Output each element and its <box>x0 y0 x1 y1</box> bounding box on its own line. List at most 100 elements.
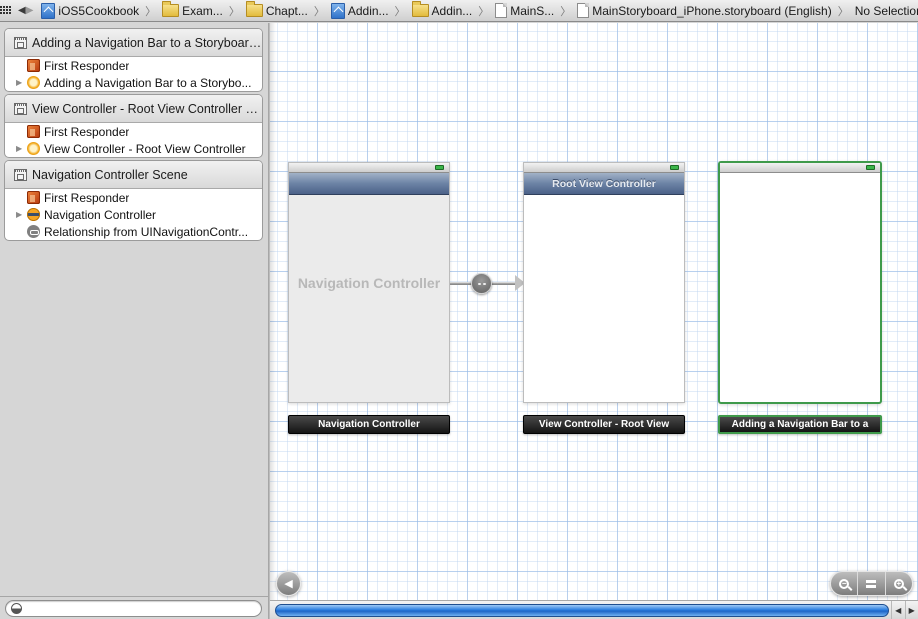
breadcrumb-label: MainS... <box>510 3 555 18</box>
scene-icon <box>14 36 27 49</box>
navigation-bar[interactable]: Root View Controller <box>524 173 684 195</box>
canvas-edge-shadow <box>270 23 276 600</box>
file-icon <box>495 3 508 18</box>
row-label: First Responder <box>44 124 130 139</box>
chevron-right-icon: 〉 <box>228 5 240 18</box>
relationship-segue-icon[interactable] <box>471 273 492 294</box>
forward-arrow-icon: ▶ <box>25 5 34 16</box>
chevron-right-icon: 〉 <box>560 5 572 18</box>
back-arrow-icon: ◀ <box>18 5 26 16</box>
first-responder-icon <box>27 191 40 204</box>
zoom-out-button[interactable]: − <box>831 572 857 595</box>
adding-navigation-bar-scene[interactable] <box>718 161 882 404</box>
folder-icon <box>411 1 429 17</box>
relationship-icon <box>27 225 40 238</box>
scroll-left-button[interactable]: ◀ <box>891 601 905 619</box>
back-arrow-icon: ◀ <box>284 578 293 590</box>
breadcrumb-folder[interactable]: Exam... <box>160 0 225 21</box>
scene-dock-label[interactable]: Adding a Navigation Bar to a <box>718 415 882 434</box>
outline-row[interactable]: First Responder <box>5 123 262 140</box>
scene-title: View Controller - Root View Controller S… <box>32 101 262 116</box>
scene-icon <box>14 102 27 115</box>
zoom-fit-icon <box>866 579 877 588</box>
navigation-bar-title: Root View Controller <box>552 177 656 190</box>
first-responder-icon <box>27 125 40 138</box>
scene-icon <box>14 168 27 181</box>
canvas-back-button[interactable]: ◀ <box>276 571 301 596</box>
file-icon <box>577 3 590 18</box>
outline-filter-bar <box>0 596 268 619</box>
breadcrumb-label: iOS5Cookbook <box>58 3 140 18</box>
back-button[interactable]: ◀ <box>18 0 26 21</box>
outline-row[interactable]: Relationship from UINavigationContr... <box>5 223 262 240</box>
root-view-controller-scene[interactable]: Root View Controller <box>523 162 685 403</box>
scene-header[interactable]: Adding a Navigation Bar to a Storyboard.… <box>5 29 262 57</box>
zoom-to-fit-button[interactable] <box>857 572 884 595</box>
disclosure-triangle-icon[interactable]: ▶ <box>5 210 22 219</box>
disclosure-triangle-icon[interactable]: ▶ <box>5 144 22 153</box>
row-label: Navigation Controller <box>44 207 157 222</box>
storyboard-canvas[interactable]: Navigation Controller Navigation Control… <box>270 23 918 600</box>
navigation-controller-scene[interactable]: Navigation Controller <box>288 162 450 403</box>
scene-header[interactable]: View Controller - Root View Controller S… <box>5 95 262 123</box>
breadcrumb-label: No Selection <box>854 3 918 18</box>
zoom-in-button[interactable]: + <box>884 572 912 595</box>
breadcrumb-label: Addin... <box>431 3 473 18</box>
scene-dock-label[interactable]: Navigation Controller <box>288 415 450 434</box>
breadcrumb-folder[interactable]: Addin... <box>410 0 475 21</box>
status-bar <box>289 163 449 173</box>
battery-icon <box>670 165 679 170</box>
outline-row[interactable]: First Responder <box>5 57 262 74</box>
chevron-right-icon: 〉 <box>837 5 849 18</box>
zoom-in-icon: + <box>893 578 904 589</box>
breadcrumb-file[interactable]: MainS... <box>493 0 556 21</box>
status-bar <box>720 163 880 173</box>
outline-row[interactable]: ▶ Navigation Controller <box>5 206 262 223</box>
scene-title: Adding a Navigation Bar to a Storyboard.… <box>32 35 262 50</box>
row-label: Adding a Navigation Bar to a Storybo... <box>44 75 252 90</box>
jump-bar: ◀ ▶ iOS5Cookbook 〉 Exam... 〉 Chapt... 〉 … <box>0 0 918 22</box>
navigation-bar[interactable] <box>289 173 449 195</box>
chevron-right-icon: 〉 <box>313 5 325 18</box>
project-icon <box>41 2 56 19</box>
breadcrumb-file[interactable]: MainStoryboard_iPhone.storyboard (Englis… <box>575 0 833 21</box>
chevron-right-icon: 〉 <box>394 5 406 18</box>
horizontal-scrollbar[interactable]: ◀ ▶ <box>270 600 918 619</box>
breadcrumb-project[interactable]: iOS5Cookbook <box>39 0 141 21</box>
navigation-controller-icon <box>27 208 40 221</box>
breadcrumb-selection[interactable]: No Selection <box>853 0 918 21</box>
folder-icon <box>245 1 263 17</box>
view-controller-icon <box>27 76 40 89</box>
outline-row[interactable]: ▶ Adding a Navigation Bar to a Storybo..… <box>5 74 262 91</box>
breadcrumb-project[interactable]: Addin... <box>329 0 391 21</box>
outline-filter-input[interactable] <box>5 600 262 617</box>
scene-dock-label[interactable]: View Controller - Root View <box>523 415 685 434</box>
folder-icon <box>162 1 180 17</box>
outline-row[interactable]: ▶ View Controller - Root View Controller <box>5 140 262 157</box>
breadcrumb-label: Addin... <box>347 3 389 18</box>
scrollbar-thumb[interactable] <box>275 604 889 617</box>
battery-icon <box>866 165 875 170</box>
scroll-right-button[interactable]: ▶ <box>904 601 918 619</box>
battery-icon <box>435 165 444 170</box>
zoom-out-icon: − <box>839 578 850 589</box>
breadcrumb-label: Chapt... <box>265 3 308 18</box>
chevron-right-icon: 〉 <box>478 5 490 18</box>
scene-header[interactable]: Navigation Controller Scene <box>5 161 262 189</box>
row-label: View Controller - Root View Controller <box>44 141 246 156</box>
outline-scene: Navigation Controller Scene First Respon… <box>4 160 263 241</box>
related-items-button[interactable] <box>0 0 12 21</box>
outline-scene: Adding a Navigation Bar to a Storyboard.… <box>4 28 263 92</box>
breadcrumb-label: Exam... <box>182 3 223 18</box>
grid-icon <box>0 5 11 14</box>
first-responder-icon <box>27 59 40 72</box>
zoom-controls: − + <box>830 571 913 596</box>
forward-button[interactable]: ▶ <box>25 0 34 21</box>
view-controller-icon <box>27 142 40 155</box>
outline-row[interactable]: First Responder <box>5 189 262 206</box>
row-label: First Responder <box>44 58 130 73</box>
outline-scene: View Controller - Root View Controller S… <box>4 94 263 158</box>
row-label: First Responder <box>44 190 130 205</box>
breadcrumb-folder[interactable]: Chapt... <box>244 0 310 21</box>
disclosure-triangle-icon[interactable]: ▶ <box>5 78 22 87</box>
